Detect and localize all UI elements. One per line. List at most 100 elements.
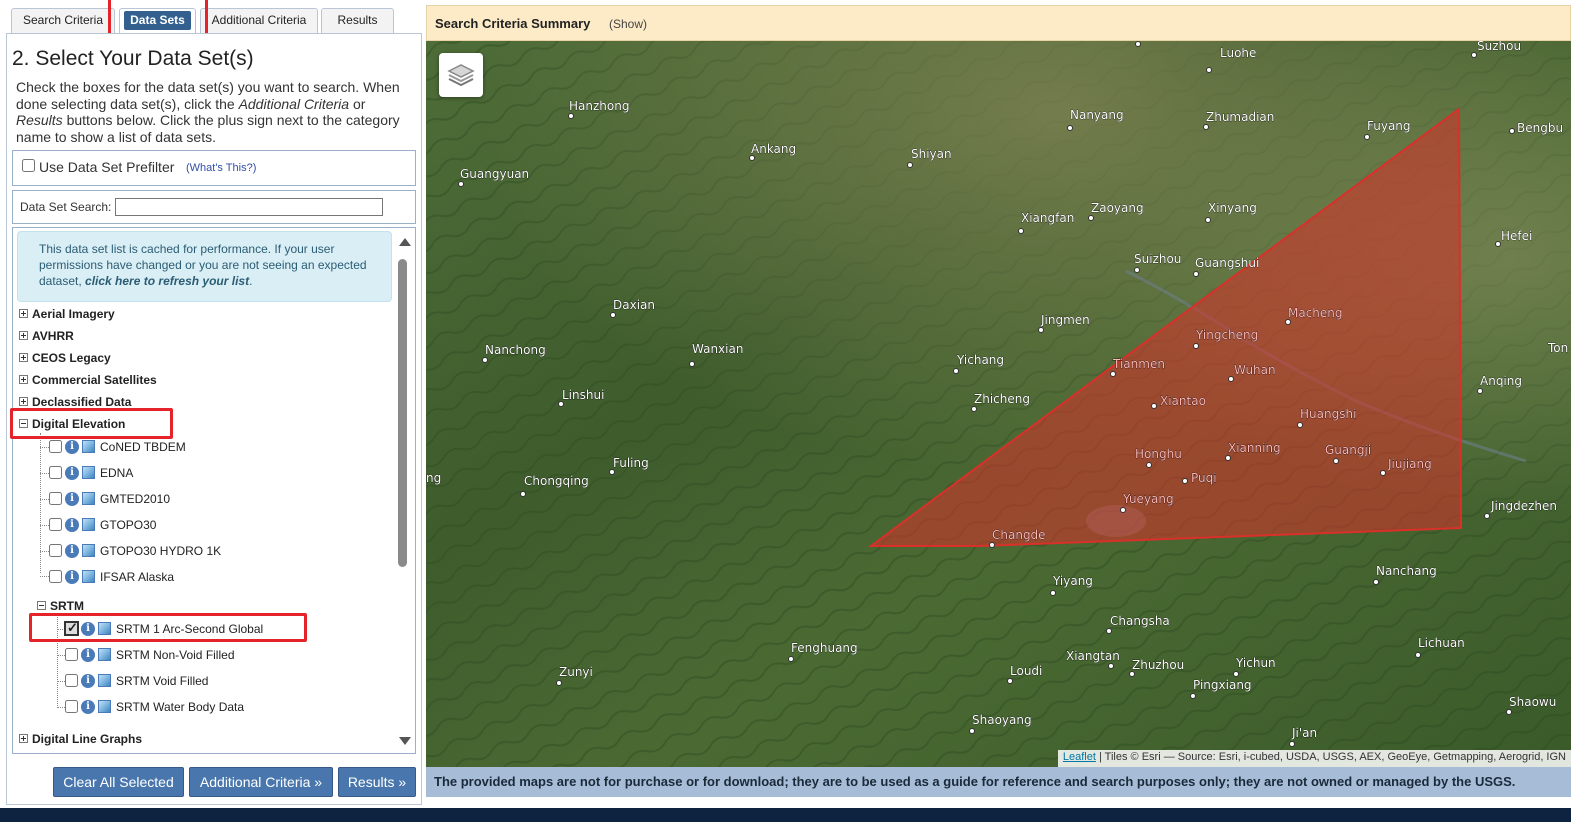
category-ceos-legacy[interactable]: CEOS Legacy — [19, 351, 111, 365]
map-thumbnail-icon[interactable] — [82, 518, 95, 531]
scroll-up-arrow-icon[interactable] — [399, 238, 411, 246]
city-label: Lichuan — [1418, 636, 1465, 650]
category-digital-elevation[interactable]: Digital Elevation — [19, 417, 125, 431]
city-label: Jingdezhen — [1490, 499, 1557, 513]
prefilter-checkbox[interactable] — [22, 159, 35, 172]
subcategory-srtm[interactable]: SRTM — [37, 599, 84, 613]
info-icon[interactable]: i — [81, 622, 95, 636]
collapse-minus-icon[interactable] — [37, 601, 46, 610]
city-dot — [1285, 319, 1291, 325]
city-dot — [1495, 241, 1501, 247]
tab-search-criteria[interactable]: Search Criteria — [11, 8, 115, 33]
prefilter-label: Use Data Set Prefilter — [39, 159, 175, 175]
city-dot — [1146, 462, 1152, 468]
dataset-checkbox[interactable] — [49, 518, 62, 531]
map-thumbnail-icon[interactable] — [82, 492, 95, 505]
expand-plus-icon[interactable] — [19, 375, 28, 384]
city-dot — [1151, 403, 1157, 409]
city-dot — [1233, 671, 1239, 677]
leaflet-link[interactable]: Leaflet — [1063, 751, 1096, 763]
info-icon[interactable]: i — [65, 492, 79, 506]
info-icon[interactable]: i — [65, 544, 79, 558]
dataset-search-input[interactable] — [115, 198, 383, 216]
city-label: Macheng — [1288, 306, 1343, 320]
info-icon[interactable]: i — [81, 700, 95, 714]
results-button[interactable]: Results » — [338, 767, 416, 797]
tab-results[interactable]: Results — [321, 8, 394, 33]
collapse-minus-icon[interactable] — [19, 419, 28, 428]
tree-line — [57, 707, 65, 708]
section-title: 2. Select Your Data Set(s) — [12, 47, 254, 70]
dataset-checkbox[interactable] — [65, 648, 78, 661]
summary-show-link[interactable]: (Show) — [609, 17, 647, 31]
map-thumbnail-icon[interactable] — [98, 674, 111, 687]
map-thumbnail-icon[interactable] — [98, 648, 111, 661]
info-icon[interactable]: i — [81, 674, 95, 688]
summary-title: Search Criteria Summary — [435, 16, 591, 31]
city-label: Fuling — [613, 456, 649, 470]
category-digital-line-graphs[interactable]: Digital Line Graphs — [19, 732, 142, 746]
map-view[interactable]: Luohe Suzhou Hanzhong Nanyang Zhumadian … — [426, 41, 1571, 767]
dataset-checkbox[interactable] — [65, 674, 78, 687]
tree-line — [40, 525, 49, 526]
city-dot — [907, 162, 913, 168]
city-dot — [1225, 455, 1231, 461]
category-aerial-imagery[interactable]: Aerial Imagery — [19, 307, 115, 321]
info-icon[interactable]: i — [81, 648, 95, 662]
refresh-list-link[interactable]: click here to refresh your list — [85, 274, 249, 288]
city-label: Fuyang — [1367, 119, 1411, 133]
dataset-checkbox[interactable] — [49, 544, 62, 557]
city-dot — [1134, 267, 1140, 273]
city-label: Ton — [1547, 341, 1568, 355]
tab-data-sets[interactable]: Data Sets — [119, 8, 196, 33]
scroll-thumb[interactable] — [398, 259, 407, 567]
map-thumbnail-icon[interactable] — [82, 466, 95, 479]
map-thumbnail-icon[interactable] — [82, 570, 95, 583]
category-declassified-data[interactable]: Declassified Data — [19, 395, 131, 409]
city-label: Nanchang — [1376, 564, 1437, 578]
city-label: Hefei — [1501, 229, 1532, 243]
category-commercial-satellites[interactable]: Commercial Satellites — [19, 373, 157, 387]
dataset-checkbox-checked[interactable] — [64, 620, 79, 636]
whats-this-link[interactable]: (What's This?) — [186, 162, 256, 174]
city-label: Zhumadian — [1206, 110, 1274, 124]
expand-plus-icon[interactable] — [19, 734, 28, 743]
dataset-checkbox[interactable] — [65, 700, 78, 713]
city-dot — [989, 542, 995, 548]
additional-criteria-button[interactable]: Additional Criteria » — [189, 767, 333, 797]
dataset-name: GTOPO30 HYDRO 1K — [100, 544, 222, 558]
city-label: Huangshi — [1300, 407, 1356, 421]
scroll-down-arrow-icon[interactable] — [399, 737, 411, 745]
map-thumbnail-icon[interactable] — [98, 700, 111, 713]
city-dot — [610, 312, 616, 318]
tab-additional-criteria[interactable]: Additional Criteria — [200, 8, 318, 33]
city-dot — [1373, 579, 1379, 585]
dataset-checkbox[interactable] — [49, 440, 62, 453]
map-thumbnail-icon[interactable] — [98, 622, 111, 635]
info-icon[interactable]: i — [65, 466, 79, 480]
expand-plus-icon[interactable] — [19, 397, 28, 406]
city-label: Shaoyang — [972, 713, 1032, 727]
layers-control[interactable] — [439, 53, 483, 97]
category-avhrr[interactable]: AVHRR — [19, 329, 74, 343]
info-icon[interactable]: i — [65, 440, 79, 454]
dataset-checkbox[interactable] — [49, 466, 62, 479]
satellite-map[interactable]: Luohe Suzhou Hanzhong Nanyang Zhumadian … — [426, 41, 1571, 767]
expand-plus-icon[interactable] — [19, 331, 28, 340]
city-dot — [1228, 376, 1234, 382]
dataset-checkbox[interactable] — [49, 570, 62, 583]
city-label: Suizhou — [1134, 252, 1181, 266]
list-scrollbar[interactable] — [393, 228, 415, 753]
info-icon[interactable]: i — [65, 518, 79, 532]
dataset-checkbox[interactable] — [49, 492, 62, 505]
clear-all-selected-button[interactable]: Clear All Selected — [53, 767, 184, 797]
expand-plus-icon[interactable] — [19, 353, 28, 362]
city-dot — [1193, 271, 1199, 277]
city-label: Xianning — [1228, 441, 1281, 455]
expand-plus-icon[interactable] — [19, 309, 28, 318]
map-thumbnail-icon[interactable] — [82, 440, 95, 453]
info-icon[interactable]: i — [65, 570, 79, 584]
city-label: Zhuzhou — [1132, 658, 1184, 672]
city-label: Wanxian — [692, 342, 743, 356]
map-thumbnail-icon[interactable] — [82, 544, 95, 557]
